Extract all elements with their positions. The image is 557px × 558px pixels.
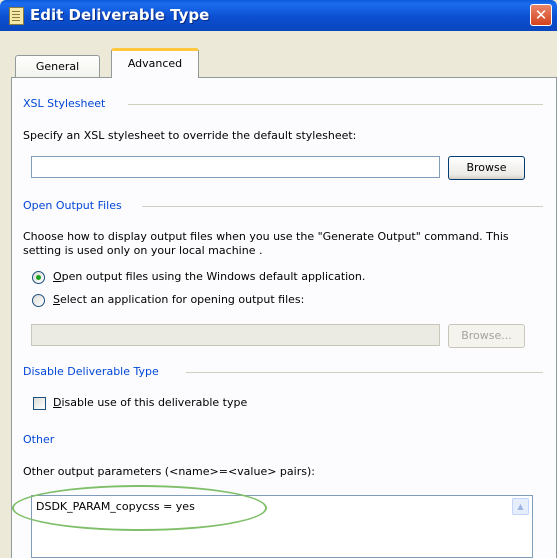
radio-selected-dot	[36, 275, 41, 280]
document-icon	[9, 7, 24, 25]
section-divider	[142, 206, 543, 207]
output-description-line2: setting is used only on your local machi…	[23, 244, 263, 257]
other-params-textarea[interactable]: DSDK_PARAM_copycss = yes	[31, 495, 533, 558]
application-path-input[interactable]	[31, 324, 440, 346]
other-params-value: DSDK_PARAM_copycss = yes	[36, 500, 195, 513]
disable-section-heading: Disable Deliverable Type	[23, 365, 159, 378]
radio-default-application[interactable]	[32, 271, 45, 284]
xsl-browse-button[interactable]: Browse	[448, 156, 525, 180]
disable-type-label[interactable]: Disable use of this deliverable type	[53, 396, 247, 409]
dialog-window: Edit Deliverable Type ✕ General Advanced…	[0, 0, 557, 558]
option-select-application-label[interactable]: Select an application for opening output…	[53, 293, 304, 306]
scroll-up-arrow-icon[interactable]: ▲	[512, 498, 529, 515]
option-default-application-label[interactable]: Open output files using the Windows defa…	[53, 270, 365, 283]
application-browse-button[interactable]: Browse...	[448, 324, 525, 348]
section-divider	[128, 104, 543, 105]
close-button[interactable]: ✕	[530, 4, 552, 26]
tab-general[interactable]: General	[15, 55, 100, 77]
advanced-tab-panel	[11, 77, 557, 558]
radio-select-application[interactable]	[32, 294, 45, 307]
disable-type-checkbox[interactable]	[33, 397, 46, 410]
title-bar[interactable]: Edit Deliverable Type ✕	[0, 0, 557, 31]
xsl-description: Specify an XSL stylesheet to override th…	[23, 129, 357, 142]
output-section-heading: Open Output Files	[23, 199, 122, 212]
xsl-section-heading: XSL Stylesheet	[23, 97, 106, 110]
output-description-line1: Choose how to display output files when …	[23, 230, 509, 243]
tab-advanced[interactable]: Advanced	[111, 48, 199, 78]
section-divider	[186, 372, 543, 373]
window-title: Edit Deliverable Type	[30, 6, 210, 24]
other-params-label: Other output parameters (<name>=<value> …	[23, 465, 315, 478]
xsl-stylesheet-input[interactable]	[31, 156, 440, 178]
other-section-heading: Other	[23, 433, 55, 446]
